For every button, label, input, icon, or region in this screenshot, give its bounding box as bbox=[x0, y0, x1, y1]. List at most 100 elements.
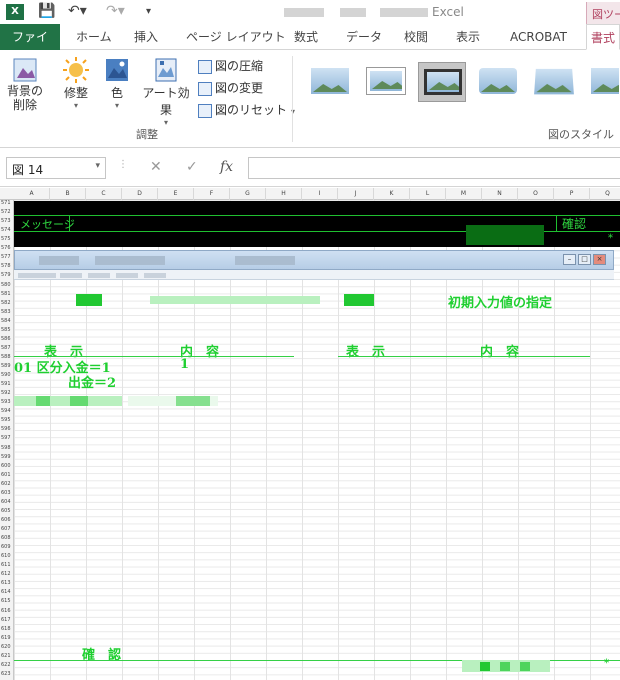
row-header[interactable]: 623 bbox=[0, 671, 14, 680]
tab-page-layout[interactable]: ページ レイアウト bbox=[178, 24, 294, 50]
change-picture-button[interactable]: 図の変更 bbox=[198, 78, 263, 98]
row-header[interactable]: 617 bbox=[0, 617, 14, 626]
row-header[interactable]: 583 bbox=[0, 309, 14, 318]
row-header[interactable]: 603 bbox=[0, 490, 14, 499]
more-options-icon[interactable]: ⋮ bbox=[118, 159, 128, 170]
color-button[interactable]: 色 ▾ bbox=[102, 56, 132, 110]
redo-icon[interactable]: ↷▾ bbox=[106, 3, 125, 19]
remove-background-button[interactable]: 背景の 削除 bbox=[4, 56, 46, 112]
row-header[interactable]: 614 bbox=[0, 589, 14, 598]
close-icon[interactable]: × bbox=[593, 254, 606, 265]
column-header[interactable]: I bbox=[302, 188, 338, 200]
tab-data[interactable]: データ bbox=[338, 24, 390, 50]
maximize-icon[interactable]: □ bbox=[578, 254, 591, 265]
row-header[interactable]: 591 bbox=[0, 381, 14, 390]
row-header[interactable]: 589 bbox=[0, 363, 14, 372]
row-header[interactable]: 612 bbox=[0, 571, 14, 580]
row-header[interactable]: 586 bbox=[0, 336, 14, 345]
message-band[interactable]: メッセージ 確認 * bbox=[14, 201, 620, 247]
row-header[interactable]: 595 bbox=[0, 417, 14, 426]
row-header[interactable]: 604 bbox=[0, 499, 14, 508]
tab-formulas[interactable]: 数式 bbox=[286, 24, 326, 50]
row-header[interactable]: 571 bbox=[0, 200, 14, 209]
row-header[interactable]: 610 bbox=[0, 553, 14, 562]
enter-icon[interactable]: ✓ bbox=[186, 159, 198, 175]
menu-item-redacted[interactable] bbox=[116, 273, 138, 278]
row-header[interactable]: 607 bbox=[0, 526, 14, 535]
artistic-effects-button[interactable]: アート効果 ▾ bbox=[138, 56, 194, 127]
picture-style-thumb-selected[interactable] bbox=[418, 62, 466, 102]
save-icon[interactable]: 💾 bbox=[38, 3, 55, 19]
column-header[interactable]: J bbox=[338, 188, 374, 200]
row-header[interactable]: 593 bbox=[0, 399, 14, 408]
row-header[interactable]: 601 bbox=[0, 472, 14, 481]
row-header[interactable]: 620 bbox=[0, 644, 14, 653]
row-header[interactable]: 588 bbox=[0, 354, 14, 363]
column-header[interactable]: B bbox=[50, 188, 86, 200]
row-header[interactable]: 622 bbox=[0, 662, 14, 671]
tab-review[interactable]: 校閲 bbox=[396, 24, 436, 50]
row-header[interactable]: 596 bbox=[0, 426, 14, 435]
picture-style-thumb[interactable] bbox=[306, 62, 354, 102]
row-header[interactable]: 619 bbox=[0, 635, 14, 644]
insert-function-icon[interactable]: fx bbox=[220, 159, 233, 175]
row-header[interactable]: 599 bbox=[0, 454, 14, 463]
tab-home[interactable]: ホーム bbox=[68, 24, 120, 50]
reset-picture-button[interactable]: 図のリセット ▾ bbox=[198, 100, 295, 120]
menu-item-redacted[interactable] bbox=[60, 273, 82, 278]
row-header[interactable]: 598 bbox=[0, 445, 14, 454]
picture-style-thumb[interactable] bbox=[474, 62, 522, 102]
row-header[interactable]: 580 bbox=[0, 282, 14, 291]
row-header[interactable]: 613 bbox=[0, 580, 14, 589]
customize-qat-icon[interactable]: ▾ bbox=[146, 6, 151, 17]
row-header[interactable]: 578 bbox=[0, 263, 14, 272]
row-header[interactable]: 611 bbox=[0, 562, 14, 571]
column-header[interactable]: C bbox=[86, 188, 122, 200]
column-header[interactable]: P bbox=[554, 188, 590, 200]
tab-view[interactable]: 表示 bbox=[448, 24, 488, 50]
row-header[interactable]: 618 bbox=[0, 626, 14, 635]
row-header[interactable]: 615 bbox=[0, 598, 14, 607]
undo-icon[interactable]: ↶▾ bbox=[68, 3, 87, 19]
minimize-icon[interactable]: – bbox=[563, 254, 576, 265]
row-header[interactable]: 621 bbox=[0, 653, 14, 662]
picture-style-thumb[interactable] bbox=[530, 62, 578, 102]
column-header[interactable]: H bbox=[266, 188, 302, 200]
excel-icon[interactable]: X bbox=[6, 4, 24, 20]
column-header[interactable]: E bbox=[158, 188, 194, 200]
row-header[interactable]: 608 bbox=[0, 535, 14, 544]
column-header[interactable]: D bbox=[122, 188, 158, 200]
tab-file[interactable]: ファイル bbox=[0, 24, 60, 70]
context-tab-picture-tools[interactable]: 図ツール bbox=[586, 2, 620, 24]
row-header[interactable]: 581 bbox=[0, 291, 14, 300]
column-header[interactable]: A bbox=[14, 188, 50, 200]
row-header[interactable]: 573 bbox=[0, 218, 14, 227]
column-header[interactable]: F bbox=[194, 188, 230, 200]
column-header[interactable]: K bbox=[374, 188, 410, 200]
row-header[interactable]: 605 bbox=[0, 508, 14, 517]
row-header[interactable]: 597 bbox=[0, 435, 14, 444]
cancel-icon[interactable]: ✕ bbox=[150, 159, 162, 175]
row-header[interactable]: 606 bbox=[0, 517, 14, 526]
picture-style-thumb[interactable] bbox=[362, 62, 410, 102]
menu-item-redacted[interactable] bbox=[88, 273, 110, 278]
row-header[interactable]: 585 bbox=[0, 327, 14, 336]
formula-input[interactable] bbox=[248, 157, 620, 179]
row-header[interactable]: 582 bbox=[0, 300, 14, 309]
row-header[interactable]: 609 bbox=[0, 544, 14, 553]
row-header[interactable]: 572 bbox=[0, 209, 14, 218]
picture-style-thumb[interactable] bbox=[586, 62, 620, 102]
corrections-button[interactable]: 修整 ▾ bbox=[58, 56, 94, 110]
column-header[interactable]: O bbox=[518, 188, 554, 200]
row-header[interactable]: 592 bbox=[0, 390, 14, 399]
tab-format[interactable]: 書式 bbox=[586, 24, 620, 50]
row-header[interactable]: 600 bbox=[0, 463, 14, 472]
name-box[interactable]: 図 14 ▾ bbox=[6, 157, 106, 179]
row-header[interactable]: 587 bbox=[0, 345, 14, 354]
row-header[interactable]: 574 bbox=[0, 227, 14, 236]
row-header[interactable]: 576 bbox=[0, 245, 14, 254]
column-header[interactable]: N bbox=[482, 188, 518, 200]
column-header[interactable]: M bbox=[446, 188, 482, 200]
tab-acrobat[interactable]: ACROBAT bbox=[502, 24, 575, 50]
column-header[interactable]: L bbox=[410, 188, 446, 200]
